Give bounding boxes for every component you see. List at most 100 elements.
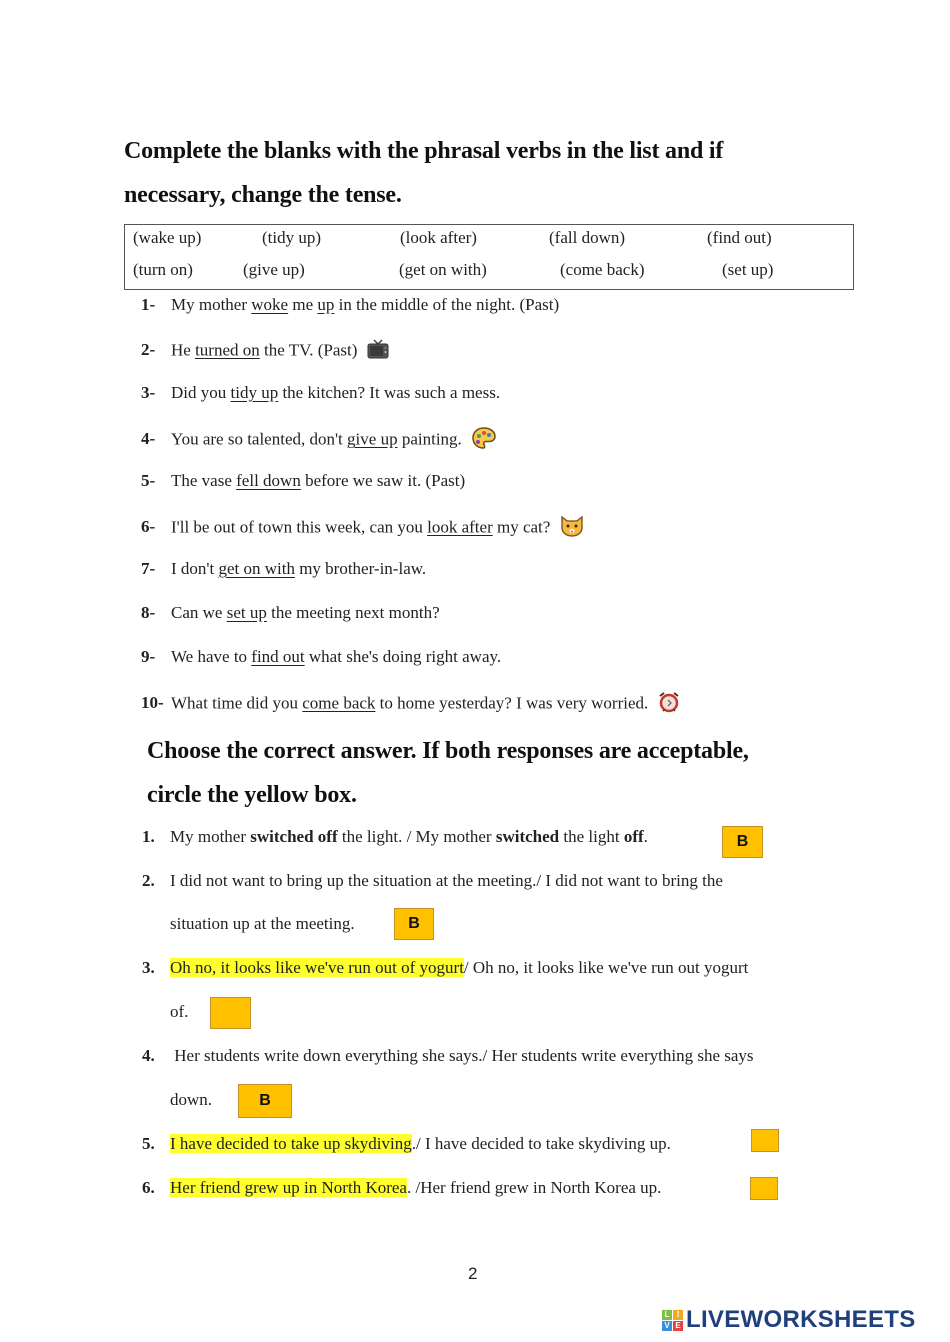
sentence-text: down. [170,1090,213,1109]
item-number: 9- [141,647,156,666]
sentence-answer-phrase: turned on [195,340,260,360]
item-number: 4. [142,1046,155,1065]
fill-blank-item: 2- He turned on the TV. (Past) [141,339,389,364]
item-number: 6. [142,1178,155,1197]
sentence-answer-phrase: woke [251,295,289,314]
verb-option: (tidy up) [262,228,322,247]
logo-blocks-icon: L I V E [662,1309,683,1331]
brand-name: LIVEWORKSHEETS [686,1306,916,1333]
sentence-text: ./ I have decided to take skydiving up. [411,1134,671,1153]
section1-title-line1: Complete the blanks with the phrasal ver… [124,138,724,164]
verb-option: (turn on) [133,260,193,279]
item-number: 8- [141,603,156,622]
logo-block: E [673,1320,683,1331]
sentence-answer-phrase: tidy up [230,383,279,402]
logo-block: V [662,1320,672,1331]
sentence-text: . /Her friend grew in North Korea up. [406,1178,662,1197]
logo-block: I [673,1309,683,1320]
fill-blank-item: 7- I don't get on with my brother-in-law. [141,559,426,579]
multiple-choice-item: 4. Her students write down everything sh… [142,1046,754,1066]
item-number: 3. [142,958,155,977]
alarm-clock-icon [658,691,680,718]
sentence-highlighted-answer: I have decided to take up skydiving [170,1134,412,1153]
sentence-text: Did you [171,383,231,402]
sentence-text: Her students write down everything she s… [170,1046,754,1065]
sentence-answer-phrase: fell down [236,471,301,490]
sentence-text: my brother-in-law. [294,559,427,578]
multiple-choice-item: 1. My mother switched off the light. / My… [142,827,648,847]
answer-box[interactable]: B [238,1084,292,1118]
answer-box[interactable] [210,997,251,1029]
sentence-text: My mother [171,295,252,314]
answer-box[interactable] [751,1129,779,1152]
sentence-text: situation up at the meeting. [170,914,355,933]
sentence-answer-phrase: give up [347,429,398,449]
item-number: 2. [142,871,155,890]
cat-face-icon [560,515,584,542]
fill-blank-item: 4- You are so talented, don't give up pai… [141,427,496,454]
item-number: 4- [141,429,156,449]
sentence-text: the meeting next month? [266,603,440,622]
sentence-text: What time did you [171,693,303,713]
fill-blank-item: 1- My mother woke me up in the middle of … [141,295,559,315]
multiple-choice-item: 2. I did not want to bring up the situati… [142,871,723,891]
verb-option: (look after) [400,228,477,247]
sentence-text: I did not want to bring up the situation… [170,871,723,890]
sentence-text: / Oh no, it looks like we've run out yog… [463,958,749,977]
sentence-text: the kitchen? It was such a mess. [278,383,501,402]
palette-icon [472,427,496,454]
sentence-text: I don't [171,559,219,578]
sentence-text: We have to [171,647,252,666]
answer-box[interactable] [750,1177,778,1200]
sentence-answer-phrase: find out [251,647,305,666]
sentence-text: the light [559,827,624,846]
sentence-answer-phrase: look after [427,517,493,537]
sentence-text: painting. [397,429,462,449]
item-number: 3- [141,383,156,402]
sentence-highlighted-answer: Oh no, it looks like we've run out of yo… [170,958,464,977]
sentence-text: I'll be out of town this week, can you [171,517,428,537]
multiple-choice-item-continued: down. [170,1090,212,1110]
fill-blank-item: 5- The vase fell down before we saw it. (… [141,471,465,491]
multiple-choice-item: 3. Oh no, it looks like we've run out of … [142,958,748,978]
sentence-text: before we saw it. (Past) [300,471,466,490]
verb-option: (get on with) [399,260,487,279]
sentence-answer-phrase: up [317,295,335,314]
sentence-answer-phrase: set up [226,603,267,622]
multiple-choice-item-continued: situation up at the meeting. [170,914,355,934]
item-number: 7- [141,559,156,578]
liveworksheets-logo[interactable]: L I V E LIVEWORKSHEETS [662,1306,916,1334]
item-number: 6- [141,517,156,537]
fill-blank-item: 9- We have to find out what she's doing r… [141,647,501,667]
answer-box[interactable]: B [394,908,434,940]
section1-title-line2: necessary, change the tense. [124,182,402,208]
sentence-text: my cat? [492,517,551,537]
sentence-text: . [643,827,648,846]
verb-option: (give up) [243,260,305,279]
verb-option: (wake up) [133,228,202,247]
section2-title-line1: Choose the correct answer. If both respo… [147,738,749,764]
multiple-choice-item: 5. I have decided to take up skydiving./ … [142,1134,671,1154]
sentence-bold-phrase: switched [495,827,560,846]
sentence-text: of. [170,1002,189,1021]
multiple-choice-item: 6. Her friend grew up in North Korea. /He… [142,1178,661,1198]
page-number: 2 [468,1264,478,1283]
item-number: 1. [142,827,155,846]
tv-icon [367,339,389,364]
item-number: 1- [141,295,156,314]
verb-option: (fall down) [549,228,626,247]
sentence-text: My mother [170,827,251,846]
answer-box[interactable]: B [722,826,763,858]
sentence-bold-phrase: switched off [250,827,338,846]
sentence-highlighted-answer: Her friend grew up in North Korea [170,1178,407,1197]
sentence-answer-phrase: come back [302,693,376,713]
fill-blank-item: 3- Did you tidy up the kitchen? It was su… [141,383,500,403]
sentence-text: He [171,340,196,360]
verb-option: (find out) [707,228,772,247]
sentence-text: the light. / My mother [337,827,496,846]
item-number: 10- [141,693,164,713]
verb-option: (come back) [560,260,645,279]
verb-option: (set up) [722,260,774,279]
sentence-text: me [288,295,318,314]
logo-block: L [662,1309,672,1320]
